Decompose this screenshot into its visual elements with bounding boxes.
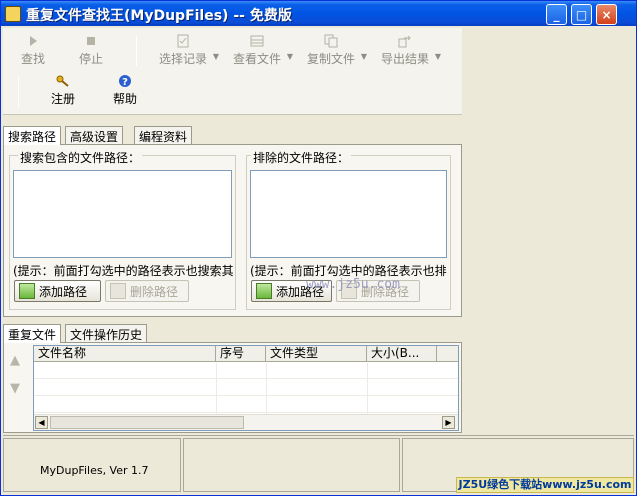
select-records-label: 选择记录 [158, 52, 207, 66]
help-button[interactable]: ? 帮助 [95, 74, 155, 107]
svg-text:?: ? [122, 77, 128, 88]
table-row [34, 363, 458, 379]
chevron-down-icon: ▼ [360, 52, 367, 61]
watermark: www.jz5u.com [306, 277, 400, 292]
empty-area [463, 28, 634, 433]
tab-search-path[interactable]: 搜索路径 [3, 126, 62, 145]
view-file-button[interactable]: 查看文件 ▼ [225, 34, 293, 67]
register-label: 注册 [50, 92, 75, 106]
table-row [34, 380, 458, 396]
exclude-path-list[interactable] [250, 170, 447, 258]
add-include-path-button[interactable]: 添加路径 [14, 280, 101, 302]
column-header-size[interactable]: 大小(B... [367, 346, 437, 362]
help-icon: ? [119, 75, 131, 88]
play-icon [30, 36, 37, 46]
copy-icon [324, 34, 338, 48]
status-pane [183, 438, 400, 492]
stop-label: 停止 [78, 52, 103, 66]
copy-file-button[interactable]: 复制文件 ▼ [299, 34, 367, 67]
scroll-left-icon[interactable]: ◀ [35, 416, 48, 429]
help-label: 帮助 [112, 92, 137, 106]
export-results-label: 导出结果 [380, 52, 429, 66]
add-include-path-label: 添加路径 [39, 284, 88, 299]
column-header-filename[interactable]: 文件名称 [34, 346, 216, 362]
tab-file-operation-history[interactable]: 文件操作历史 [65, 324, 148, 342]
horizontal-scrollbar[interactable]: ◀ ▶ [34, 414, 458, 430]
maximize-button[interactable]: □ [571, 4, 592, 25]
toolbar-separator [136, 36, 137, 66]
window-title: 重复文件查找王(MyDupFiles) -- 免费版 [26, 8, 292, 24]
view-file-label: 查看文件 [232, 52, 281, 66]
column-header-index[interactable]: 序号 [216, 346, 266, 362]
tab-duplicate-files[interactable]: 重复文件 [3, 324, 62, 343]
move-up-icon[interactable]: ▲ [10, 353, 20, 368]
search-path-panel: 搜索包含的文件路径： (提示：前面打勾选中的路径表示也搜索其 添加路径 删除路径… [3, 144, 462, 317]
include-label: 搜索包含的文件路径： [18, 149, 143, 166]
copy-file-label: 复制文件 [306, 52, 355, 66]
include-path-list[interactable] [13, 170, 232, 258]
status-pane-version: MyDupFiles, Ver 1.7 [3, 438, 181, 492]
app-window: 重复文件查找王(MyDupFiles) -- 免费版 _ □ × 查找 停止 选… [0, 0, 637, 496]
remove-include-path-label: 删除路径 [130, 284, 179, 299]
key-icon [56, 75, 69, 87]
select-records-button[interactable]: 选择记录 ▼ [151, 34, 219, 67]
checklist-icon [177, 34, 189, 48]
add-folder-icon [19, 283, 35, 299]
chevron-down-icon: ▼ [286, 52, 293, 61]
site-banner: JZ5U绿色下载站www.jz5u.com [456, 477, 634, 493]
register-button[interactable]: 注册 [33, 74, 93, 107]
toolbar: 查找 停止 选择记录 ▼ 查看文件 ▼ 复制文件 ▼ 导出结果 ▼ 注册 ? 帮… [3, 28, 462, 115]
scroll-thumb[interactable] [50, 416, 244, 429]
app-icon [5, 6, 21, 22]
toolbar-separator [18, 76, 19, 108]
export-icon [398, 35, 411, 48]
include-hint: (提示：前面打勾选中的路径表示也搜索其 [13, 264, 234, 278]
minimize-button[interactable]: _ [546, 4, 567, 25]
export-results-button[interactable]: 导出结果 ▼ [373, 34, 441, 67]
results-panel: ▲ ▼ 文件名称 序号 文件类型 大小(B... ◀ ▶ [3, 342, 462, 433]
scroll-right-icon[interactable]: ▶ [442, 416, 455, 429]
close-button[interactable]: × [596, 4, 617, 25]
remove-include-path-button[interactable]: 删除路径 [105, 280, 189, 302]
title-bar[interactable]: 重复文件查找王(MyDupFiles) -- 免费版 _ □ × [1, 1, 636, 26]
table-row [34, 397, 458, 413]
chevron-down-icon: ▼ [212, 52, 219, 61]
exclude-label: 排除的文件路径： [251, 149, 352, 166]
find-button[interactable]: 查找 [3, 34, 63, 67]
version-text: MyDupFiles, Ver 1.7 [40, 464, 149, 477]
move-down-icon[interactable]: ▼ [10, 381, 20, 396]
chevron-down-icon: ▼ [434, 52, 441, 61]
column-header-extra [437, 346, 458, 362]
stop-button[interactable]: 停止 [61, 34, 121, 67]
results-table[interactable]: 文件名称 序号 文件类型 大小(B... ◀ ▶ [33, 345, 459, 431]
tab-programming-info[interactable]: 编程资料 [134, 126, 193, 144]
stop-icon [87, 37, 95, 45]
find-label: 查找 [20, 52, 45, 66]
column-header-file-type[interactable]: 文件类型 [266, 346, 367, 362]
table-icon [250, 35, 264, 47]
add-folder-icon [256, 283, 272, 299]
tab-advanced-settings[interactable]: 高级设置 [65, 126, 124, 144]
remove-folder-icon [110, 283, 126, 299]
